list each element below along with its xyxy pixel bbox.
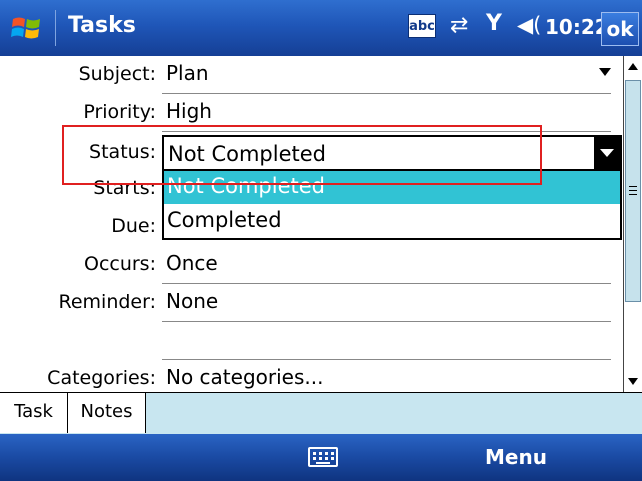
vertical-scrollbar[interactable] (623, 56, 642, 392)
priority-label: Priority: (83, 101, 156, 123)
app-title: Tasks (68, 13, 136, 38)
grip-icon (629, 186, 637, 195)
task-form: Subject: Plan Priority: High Status: Sta… (0, 56, 623, 392)
input-mode-icon[interactable]: abc (408, 14, 436, 38)
windows-start-icon[interactable] (10, 12, 42, 44)
status-option-completed[interactable]: Completed (164, 205, 620, 238)
scroll-down-icon[interactable] (624, 370, 642, 392)
clock[interactable]: 10:22 (545, 15, 609, 39)
subject-dropdown-icon[interactable] (599, 68, 611, 76)
scroll-thumb[interactable] (625, 80, 641, 302)
tab-task[interactable]: Task (0, 393, 68, 433)
connectivity-icon[interactable]: ⇄ (450, 13, 468, 38)
reminder-label: Reminder: (58, 291, 157, 313)
tab-notes[interactable]: Notes (68, 393, 146, 433)
subject-value[interactable]: Plan (166, 61, 209, 85)
volume-icon[interactable]: ◀( (517, 13, 541, 37)
empty-row (0, 322, 623, 360)
status-label: Status: (89, 141, 156, 163)
signal-strength-icon[interactable]: Y (486, 11, 502, 36)
categories-label: Categories: (47, 367, 156, 389)
status-option-not-completed[interactable]: Not Completed (164, 171, 620, 204)
status-value: Not Completed (168, 142, 327, 166)
status-dropdown-list: Not Completed Completed (162, 171, 622, 240)
priority-row[interactable]: Priority: High (0, 94, 623, 132)
subject-row[interactable]: Subject: Plan (0, 56, 623, 94)
scroll-up-icon[interactable] (624, 56, 642, 78)
subject-label: Subject: (78, 63, 156, 85)
occurs-label: Occurs: (83, 253, 156, 275)
categories-row[interactable]: Categories: No categories... (0, 360, 623, 392)
ok-button[interactable]: ok (601, 12, 639, 46)
starts-label: Starts: (93, 177, 156, 199)
chevron-down-icon[interactable] (594, 137, 620, 169)
softkey-bar: Menu (0, 434, 642, 481)
reminder-row[interactable]: Reminder: None (0, 284, 623, 322)
keyboard-icon[interactable] (308, 447, 338, 467)
divider (162, 131, 611, 132)
title-separator (55, 10, 56, 46)
categories-value[interactable]: No categories... (166, 365, 323, 389)
priority-value[interactable]: High (166, 99, 212, 123)
menu-button[interactable]: Menu (485, 445, 547, 469)
occurs-row[interactable]: Occurs: Once (0, 246, 623, 284)
due-label: Due: (111, 215, 156, 237)
status-combobox[interactable]: Not Completed (162, 135, 622, 171)
occurs-value[interactable]: Once (166, 251, 218, 275)
reminder-value[interactable]: None (166, 289, 218, 313)
title-bar: Tasks abc ⇄ Y ◀( 10:22 ok (0, 0, 642, 56)
tab-bar: Task Notes (0, 392, 642, 434)
